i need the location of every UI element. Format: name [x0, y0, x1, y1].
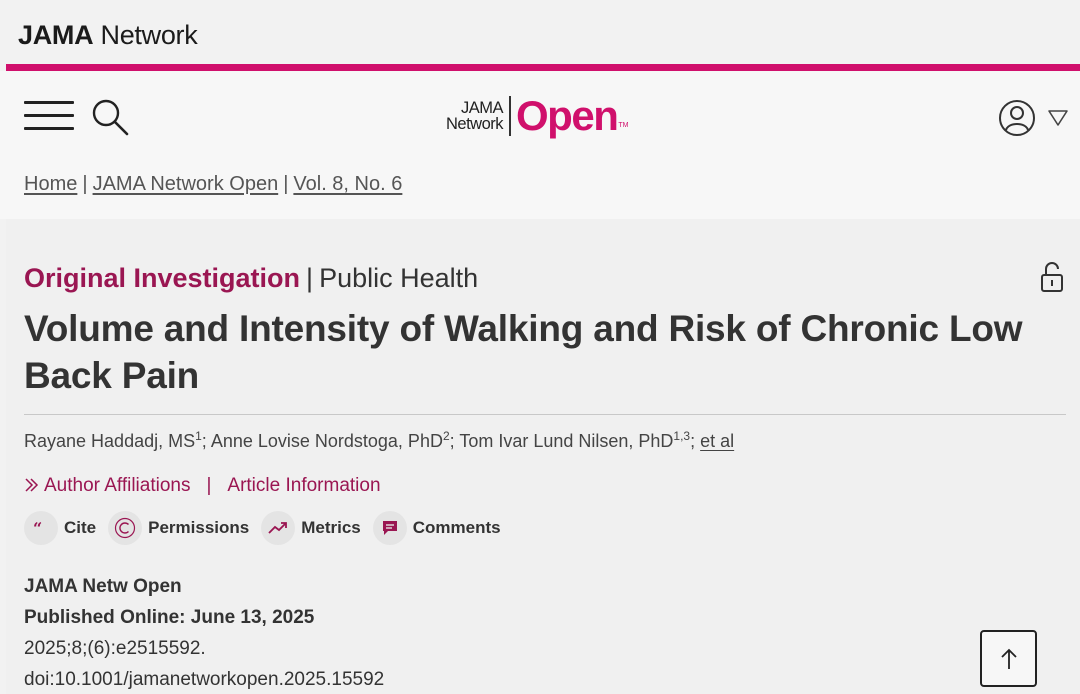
svg-text:“: “	[33, 522, 42, 534]
article-header-card: Original Investigation | Public Health Vol…	[6, 219, 1080, 694]
author-name[interactable]: Rayane Haddadj, MS	[24, 431, 195, 451]
metrics-label: Metrics	[301, 518, 361, 537]
author-separator: ;	[449, 431, 460, 451]
logo-wordmark: JAMA Network	[446, 99, 504, 133]
jama-network-open-logo[interactable]: JAMA Network Open TM	[446, 93, 628, 139]
double-chevron-right-icon	[25, 478, 39, 492]
logo-line-network: Network	[446, 115, 504, 133]
account-icon[interactable]	[998, 99, 1036, 137]
metrics-button[interactable]: Metrics	[261, 511, 361, 545]
top-brand-bar: JAMA Network	[0, 0, 1080, 64]
breadcrumb-separator: |	[82, 173, 88, 195]
doi[interactable]: doi:10.1001/jamanetworkopen.2025.15592	[24, 664, 384, 694]
article-subject[interactable]: Public Health	[319, 263, 478, 293]
copyright-icon	[108, 511, 143, 545]
cite-label: Cite	[64, 518, 97, 537]
permissions-button[interactable]: Permissions	[108, 511, 249, 545]
breadcrumb-journal[interactable]: JAMA Network Open	[93, 173, 279, 195]
article-type[interactable]: Original Investigation	[24, 263, 300, 293]
author-separator: ;	[690, 431, 701, 451]
links-separator: |	[206, 475, 212, 496]
category-separator: |	[306, 263, 314, 293]
author-name[interactable]: Anne Lovise Nordstoga, PhD	[211, 431, 443, 451]
breadcrumb-issue[interactable]: Vol. 8, No. 6	[293, 173, 402, 195]
author-name[interactable]: Tom Ivar Lund Nilsen, PhD	[459, 431, 673, 451]
author-affiliations-link[interactable]: Author Affiliations	[24, 475, 190, 496]
brand-bold: JAMA	[18, 20, 94, 50]
search-icon[interactable]	[90, 97, 130, 137]
article-title: Volume and Intensity of Walking and Risk…	[24, 308, 1023, 396]
open-access-unlock-icon	[1041, 262, 1063, 292]
back-to-top-button[interactable]	[980, 630, 1037, 687]
article-info-links: Author Affiliations | Article Information	[24, 475, 381, 497]
article-category: Original Investigation | Public Health	[24, 263, 478, 294]
accent-rule	[6, 64, 1080, 71]
breadcrumb: Home | JAMA Network Open | Vol. 8, No. 6	[24, 173, 402, 196]
logo-divider	[509, 96, 512, 136]
author-separator: ;	[201, 431, 211, 451]
author-affiliation-ref[interactable]: 1	[195, 429, 202, 443]
author-affiliation-ref[interactable]: 2	[443, 429, 450, 443]
et-al-link[interactable]: et al	[700, 431, 734, 451]
site-header: JAMA Network Open TM Home | JAMA Network O…	[0, 71, 1080, 219]
comments-button[interactable]: Comments	[372, 511, 501, 545]
arrow-up-icon	[1000, 648, 1017, 669]
breadcrumb-home[interactable]: Home	[24, 173, 77, 195]
permissions-label: Permissions	[148, 518, 250, 537]
comment-icon	[372, 511, 407, 545]
jama-network-brand[interactable]: JAMA Network	[18, 20, 198, 51]
quote-icon: “	[24, 511, 58, 545]
brand-rest: Network	[93, 20, 198, 50]
comments-label: Comments	[412, 518, 501, 537]
journal-abbrev: JAMA Netw Open	[24, 576, 182, 597]
hamburger-menu-icon[interactable]	[24, 101, 74, 131]
title-divider	[24, 414, 1066, 415]
author-affiliations-label: Author Affiliations	[44, 475, 191, 496]
trend-icon	[261, 511, 296, 545]
breadcrumb-separator: |	[283, 173, 289, 195]
cite-button[interactable]: “ Cite	[24, 511, 96, 545]
citation-volume: 2025;8;(6):e2515592.	[24, 638, 206, 659]
published-date: Published Online: June 13, 2025	[24, 607, 315, 628]
chevron-down-icon[interactable]	[1047, 109, 1069, 127]
article-information-link[interactable]: Article Information	[227, 475, 380, 496]
logo-line-jama: JAMA	[461, 99, 504, 117]
author-affiliation-ref[interactable]: 1,3	[673, 429, 690, 443]
logo-open: Open	[516, 92, 619, 139]
citation-meta: JAMA Netw Open Published Online: June 13…	[24, 571, 384, 694]
author-list: Rayane Haddadj, MS1; Anne Lovise Nordsto…	[24, 429, 734, 452]
logo-trademark: TM	[618, 122, 629, 129]
article-actions: “ Cite Permissions Metrics Comments	[24, 511, 513, 545]
